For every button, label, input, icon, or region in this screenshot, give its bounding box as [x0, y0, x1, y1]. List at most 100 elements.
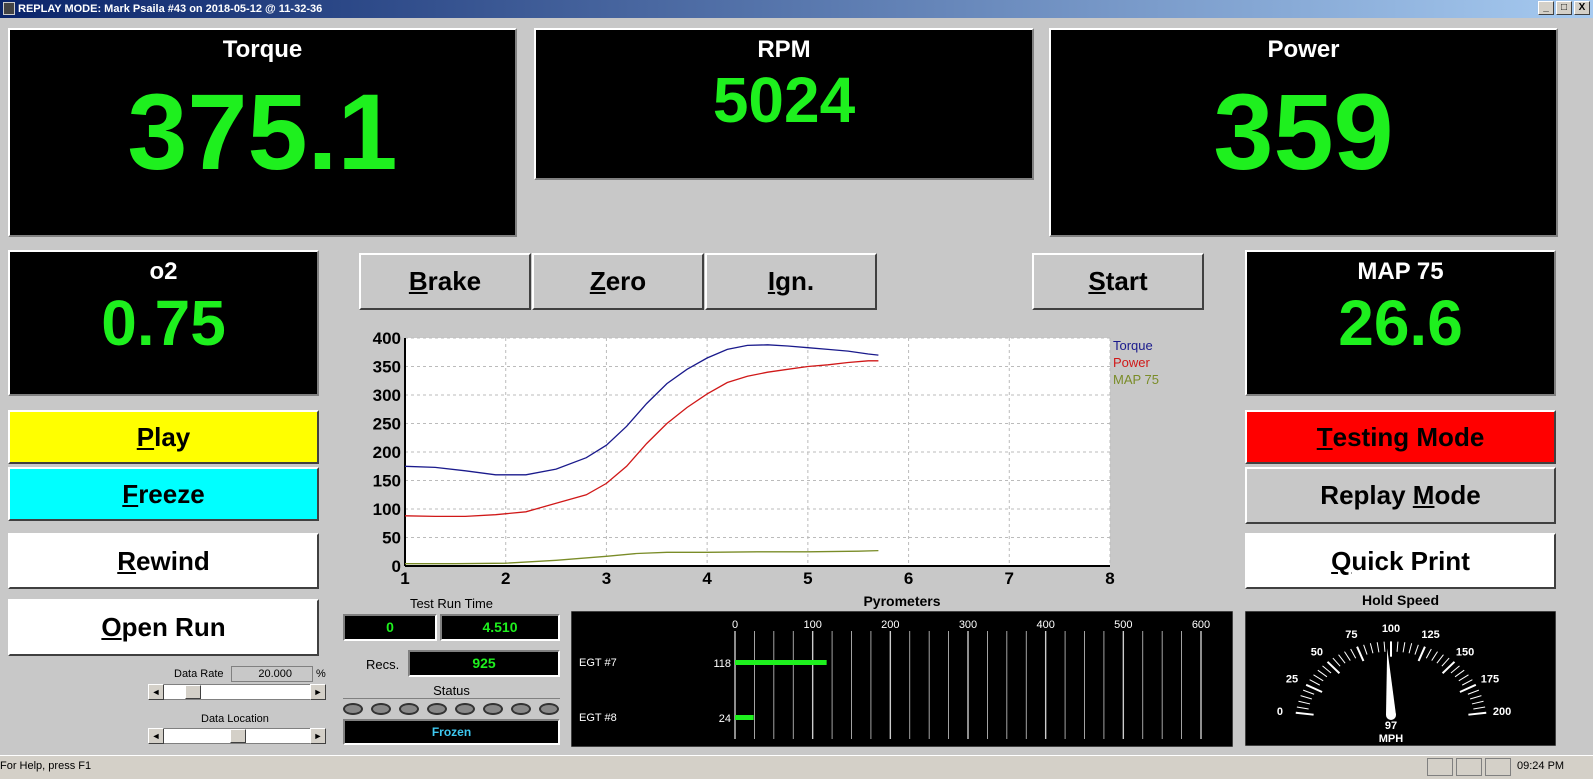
pyro-row-label: EGT #7 [579, 657, 617, 669]
quick-print-hotkey: Q [1331, 545, 1352, 576]
x-tick-label: 1 [400, 569, 409, 588]
pyro-bar [735, 715, 754, 720]
data-rate-unit: % [316, 668, 326, 680]
x-tick-label: 2 [501, 569, 510, 588]
legend-entry: Torque [1113, 338, 1153, 353]
pyro-tick-label: 400 [1036, 619, 1054, 631]
data-location-left-arrow[interactable]: ◄ [148, 728, 164, 744]
power-panel: Power 359 [1049, 28, 1558, 237]
app-icon [3, 2, 15, 15]
test-run-time-label: Test Run Time [409, 596, 494, 611]
status-led-5 [455, 703, 475, 715]
speedo-tick-label: 125 [1421, 629, 1439, 641]
pyro-row-value: 118 [713, 658, 731, 670]
start-button[interactable]: Start [1032, 253, 1204, 310]
ign-button[interactable]: Ign. [705, 253, 877, 310]
speedo-tick-label: 150 [1456, 647, 1474, 659]
torque-value: 375.1 [127, 71, 398, 192]
y-tick-label: 250 [373, 415, 401, 434]
quick-print-label: uick Print [1351, 545, 1470, 576]
x-tick-label: 5 [803, 569, 812, 588]
x-tick-label: 3 [602, 569, 611, 588]
status-led-3 [399, 703, 419, 715]
play-button[interactable]: Play [8, 410, 319, 464]
testing-mode-button[interactable]: Testing Mode [1245, 410, 1556, 464]
testing-mode-label: esting Mode [1332, 421, 1485, 452]
rpm-panel: RPM 5024 [534, 28, 1034, 180]
speedo-value: 97 [1385, 720, 1397, 732]
open-run-button[interactable]: Open Run [8, 599, 319, 656]
brake-label: rake [427, 266, 482, 296]
map-label: MAP 75 [1357, 258, 1444, 285]
rewind-button[interactable]: Rewind [8, 533, 319, 589]
minimize-button[interactable]: _ [1538, 1, 1554, 15]
torque-label: Torque [222, 36, 303, 63]
play-label: lay [154, 421, 191, 452]
hold-speed-title: Hold Speed [1361, 592, 1439, 608]
status-pane-2 [1456, 758, 1482, 776]
y-tick-label: 150 [373, 472, 401, 491]
y-tick-label: 50 [382, 529, 401, 548]
data-rate-field[interactable]: 20.000 [231, 666, 313, 682]
close-button[interactable]: X [1574, 1, 1590, 15]
dyno-chart: 0501001502002503003504001 2 3 4 5 6 7 8TorquePo… [373, 329, 1159, 588]
status-value: Frozen [343, 719, 560, 745]
map-panel: MAP 75 26.6 [1245, 250, 1556, 396]
data-rate-thumb[interactable] [184, 685, 201, 699]
speedo-unit: MPH [1379, 733, 1404, 745]
freeze-button[interactable]: Freeze [8, 467, 319, 521]
test-run-start: 0 [343, 614, 437, 641]
status-bar: For Help, press F1 09:24 PM [0, 755, 1593, 779]
map-value: 26.6 [1338, 287, 1463, 359]
pyro-row-label: EGT #8 [579, 712, 617, 724]
replay-mode-button[interactable]: Replay Mode [1245, 467, 1556, 524]
pyro-background [571, 611, 1233, 747]
legend-entry: Power [1113, 355, 1151, 370]
replay-mode-label-b: ode [1434, 480, 1481, 510]
o2-label: o2 [149, 258, 178, 285]
speedo-tick-label: 75 [1345, 629, 1357, 641]
speedometer: 0 25 50 75 100 125 150 175 200 97MPH [1245, 611, 1556, 746]
zero-label: ero [605, 266, 647, 296]
legend-entry: MAP 75 [1113, 372, 1159, 387]
y-tick-label: 400 [373, 329, 401, 348]
status-led-8 [539, 703, 559, 715]
speedo-tick-label: 50 [1311, 647, 1323, 659]
brake-button[interactable]: Brake [359, 253, 531, 310]
data-rate-right-arrow[interactable]: ► [310, 684, 326, 700]
pyro-tick-label: 600 [1192, 619, 1210, 631]
freeze-label: reeze [138, 478, 205, 509]
status-pane-1 [1427, 758, 1453, 776]
plot-area [405, 338, 1110, 566]
data-location-slider[interactable] [148, 728, 326, 744]
data-rate-label: Data Rate [174, 668, 224, 680]
quick-print-button[interactable]: Quick Print [1245, 533, 1556, 589]
data-location-right-arrow[interactable]: ► [310, 728, 326, 744]
maximize-button[interactable]: □ [1556, 1, 1572, 15]
open-run-hotkey: O [101, 612, 122, 642]
replay-mode-hotkey: M [1412, 480, 1435, 510]
o2-value: 0.75 [101, 287, 226, 359]
recs-label: Recs. [366, 657, 400, 672]
status-label: Status [433, 683, 470, 698]
play-hotkey: P [136, 421, 155, 452]
torque-panel: Torque 375.1 [8, 28, 517, 237]
zero-hotkey: Z [589, 266, 606, 296]
ign-hotkey: I [767, 266, 776, 296]
data-rate-slider[interactable] [148, 684, 326, 700]
testing-mode-hotkey: T [1316, 421, 1333, 452]
pyro-tick-label: 0 [732, 619, 738, 631]
data-location-thumb[interactable] [230, 729, 246, 743]
x-tick-label: 8 [1105, 569, 1114, 588]
power-value: 359 [1213, 71, 1394, 192]
pyro-tick-label: 300 [959, 619, 977, 631]
status-led-6 [483, 703, 503, 715]
zero-button[interactable]: Zero [532, 253, 704, 310]
data-rate-left-arrow[interactable]: ◄ [148, 684, 164, 700]
pyro-tick-label: 500 [1114, 619, 1132, 631]
pyro-row-value: 24 [719, 713, 731, 725]
clock: 09:24 PM [1517, 760, 1565, 772]
status-led-7 [511, 703, 531, 715]
freeze-hotkey: F [122, 478, 139, 509]
power-label: Power [1267, 36, 1340, 63]
